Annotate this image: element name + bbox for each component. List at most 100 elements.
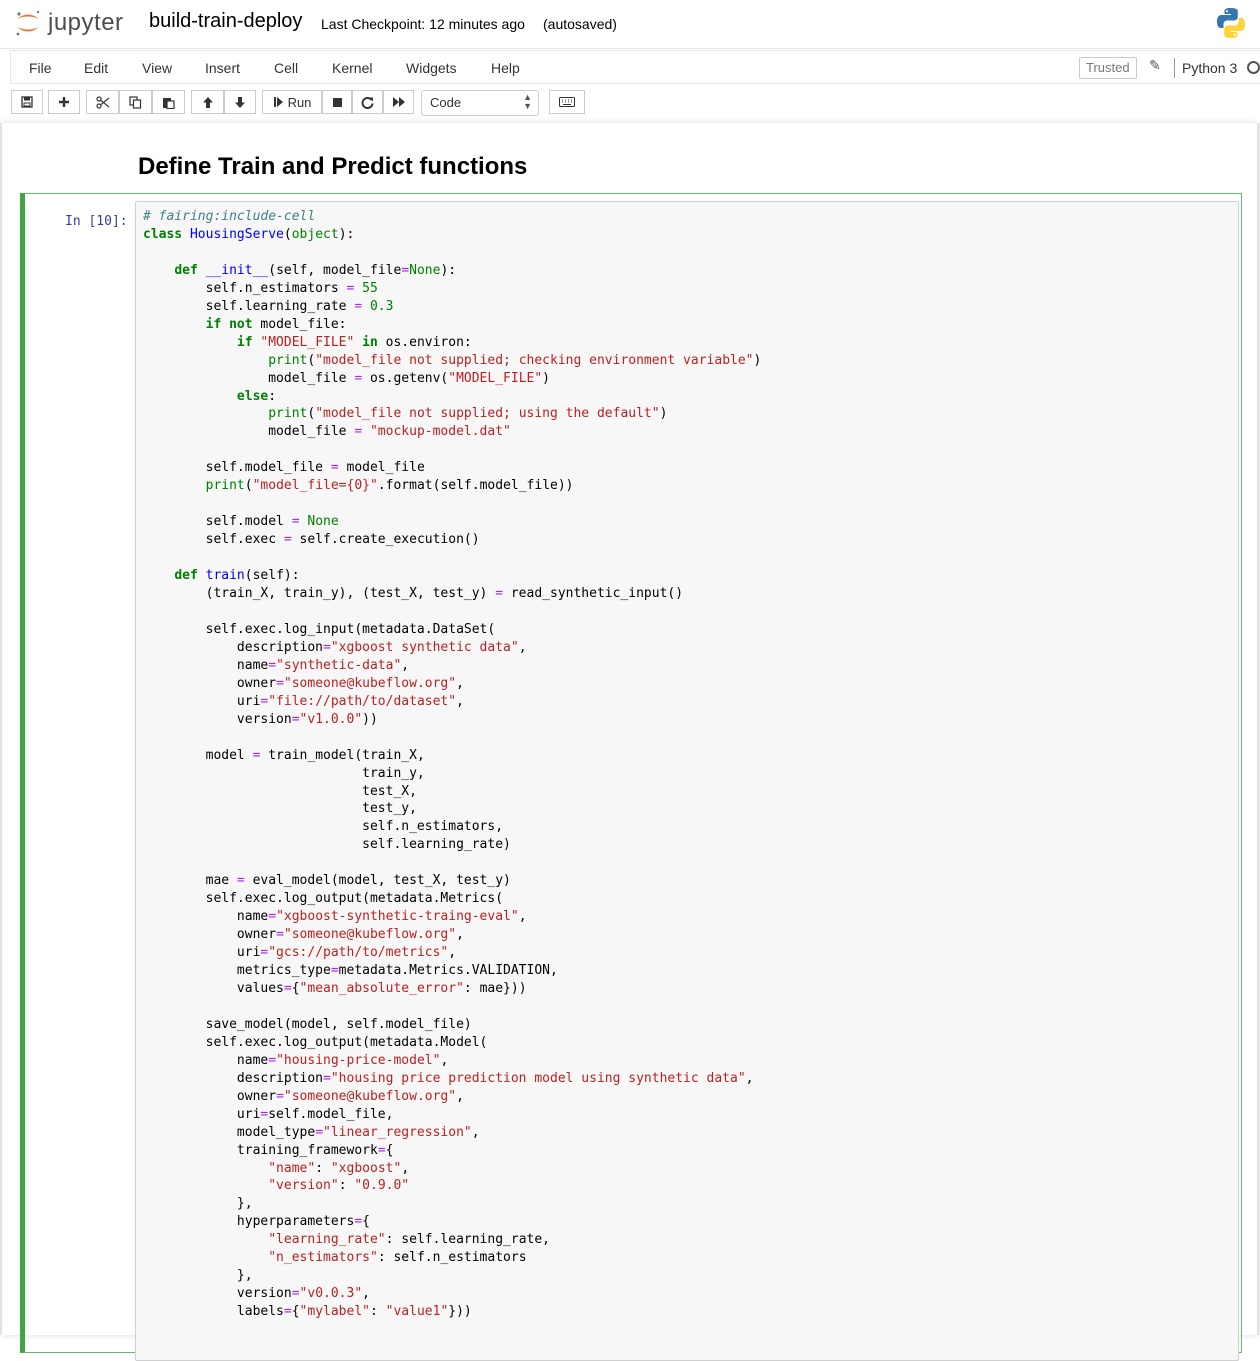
menu-file[interactable]: File (29, 60, 52, 76)
plus-icon (59, 97, 69, 107)
code-line: name="housing-price-model", (143, 1052, 449, 1068)
kernel-separator (1174, 58, 1175, 78)
notebook-container: Define Train and Predict functions In [1… (0, 123, 1260, 1361)
restart-run-all-button[interactable] (383, 90, 414, 114)
save-button[interactable] (11, 90, 43, 114)
notebook-header: jupyter build-train-deploy Last Checkpoi… (0, 0, 1260, 49)
code-line: self.exec.log_input(metadata.DataSet( (143, 621, 496, 637)
insert-cell-button[interactable] (48, 90, 80, 114)
jupyter-logo-icon (16, 10, 40, 36)
checkpoint-status: Last Checkpoint: 12 minutes ago (321, 16, 525, 32)
code-line: owner="someone@kubeflow.org", (143, 927, 464, 943)
save-icon (21, 96, 33, 108)
code-line: save_model(model, self.model_file) (143, 1016, 472, 1032)
code-line: "learning_rate": self.learning_rate, (268, 1232, 551, 1248)
code-line: self.model = None (143, 514, 339, 530)
fast-forward-icon (392, 97, 405, 107)
code-line: name="xgboost-synthetic-traing-eval", (143, 909, 527, 925)
trusted-badge[interactable]: Trusted (1079, 57, 1137, 79)
code-line: "n_estimators": self.n_estimators (268, 1250, 527, 1266)
code-line: uri="gcs://path/to/metrics", (143, 945, 457, 961)
code-line: version="v0.0.3", (143, 1286, 370, 1302)
code-line: description="xgboost synthetic data", (143, 639, 527, 655)
code-line: }, (143, 1196, 253, 1212)
kernel-status-icon (1247, 61, 1260, 74)
restart-button[interactable] (352, 90, 383, 114)
cell-prompt: In [10]: (65, 214, 128, 229)
code-content[interactable]: # fairing:include-cell class HousingServ… (143, 208, 761, 1321)
code-line: values={"mean_absolute_error": mae})) (143, 980, 527, 996)
arrow-down-icon (235, 96, 245, 108)
menu-widgets[interactable]: Widgets (406, 60, 457, 76)
code-line: training_framework={ (143, 1142, 394, 1158)
move-down-button[interactable] (224, 90, 256, 114)
code-line: hyperparameters={ (143, 1214, 370, 1230)
kernel-name[interactable]: Python 3 (1182, 60, 1237, 76)
code-line: uri=self.model_file, (143, 1106, 394, 1122)
menubar: File Edit View Insert Cell Kernel Widget… (10, 50, 1260, 84)
restart-icon (361, 96, 374, 109)
code-line: self.exec.log_output(metadata.Metrics( (143, 891, 504, 907)
copy-icon (129, 95, 142, 109)
code-line: else: (236, 388, 277, 404)
code-line: if "MODEL_FILE" in os.environ: (236, 334, 472, 350)
code-line: model = train_model(train_X, (143, 747, 425, 763)
code-line: "name": "xgboost", (268, 1160, 410, 1176)
command-palette-button[interactable] (549, 90, 585, 114)
code-line: uri="file://path/to/dataset", (143, 693, 464, 709)
menu-edit[interactable]: Edit (84, 60, 108, 76)
markdown-heading[interactable]: Define Train and Predict functions (138, 153, 527, 181)
menu-insert[interactable]: Insert (205, 60, 240, 76)
code-editor[interactable]: # fairing:include-cell class HousingServ… (135, 201, 1239, 1361)
code-line: "version": "0.9.0" (268, 1178, 410, 1194)
code-line: name="synthetic-data", (143, 657, 410, 673)
paste-icon (163, 97, 175, 109)
python-logo-icon (1217, 8, 1245, 38)
autosave-status: (autosaved) (543, 16, 617, 32)
arrow-up-icon (202, 96, 213, 108)
code-line: self.learning_rate = 0.3 (143, 298, 394, 314)
code-line: self.n_estimators = 55 (143, 280, 378, 296)
code-line: model_type="linear_regression", (143, 1124, 480, 1140)
menu-help[interactable]: Help (491, 60, 520, 76)
code-line: labels={"mylabel": "value1"})) (143, 1304, 472, 1320)
menu-cell[interactable]: Cell (274, 60, 298, 76)
cell-type-select[interactable]: Code ▲ ▼ (421, 90, 539, 116)
code-line: self.model_file = model_file (143, 460, 425, 476)
move-up-button[interactable] (191, 90, 224, 114)
code-line: model_file = "mockup-model.dat" (143, 424, 511, 440)
interrupt-button[interactable] (322, 90, 352, 114)
select-arrows-icon: ▲ ▼ (523, 92, 532, 111)
code-line: print("model_file not supplied; using th… (268, 406, 668, 422)
paste-button[interactable] (152, 90, 185, 114)
code-line: model_file = os.getenv("MODEL_FILE") (143, 370, 550, 386)
code-line: self.exec = self.create_execution() (143, 532, 480, 548)
toolbar: Run Code ▲ ▼ (0, 84, 1260, 122)
cut-button[interactable] (86, 90, 119, 114)
menu-view[interactable]: View (142, 60, 172, 76)
cell-type-value: Code (430, 95, 462, 110)
code-line: self.learning_rate) (143, 837, 511, 853)
code-line: owner="someone@kubeflow.org", (143, 675, 464, 691)
code-line: def __init__(self, model_file=None): (174, 262, 457, 278)
step-forward-icon (273, 97, 283, 107)
code-line: print("model_file={0}".format(self.model… (205, 478, 574, 494)
code-line: test_X, (143, 783, 417, 799)
code-line: version="v1.0.0")) (143, 711, 378, 727)
code-line: (train_X, train_y), (test_X, test_y) = r… (143, 586, 684, 602)
notebook-title[interactable]: build-train-deploy (149, 10, 302, 33)
code-line: self.n_estimators, (143, 819, 504, 835)
run-button[interactable]: Run (262, 90, 322, 114)
cut-icon (95, 95, 109, 109)
run-button-label: Run (287, 94, 312, 110)
notebook-page: Define Train and Predict functions In [1… (2, 123, 1257, 1361)
code-line: self.exec.log_output(metadata.Model( (143, 1034, 488, 1050)
code-line: # fairing:include-cell (143, 209, 316, 224)
code-line: def train(self): (174, 568, 300, 584)
code-cell[interactable]: In [10]: # fairing:include-cell class Ho… (20, 193, 1242, 1361)
jupyter-logo[interactable]: jupyter (14, 8, 124, 38)
edit-mode-icon: ✎ (1149, 57, 1161, 73)
copy-button[interactable] (119, 90, 152, 114)
menu-kernel[interactable]: Kernel (332, 60, 372, 76)
code-line: mae = eval_model(model, test_X, test_y) (143, 873, 511, 889)
